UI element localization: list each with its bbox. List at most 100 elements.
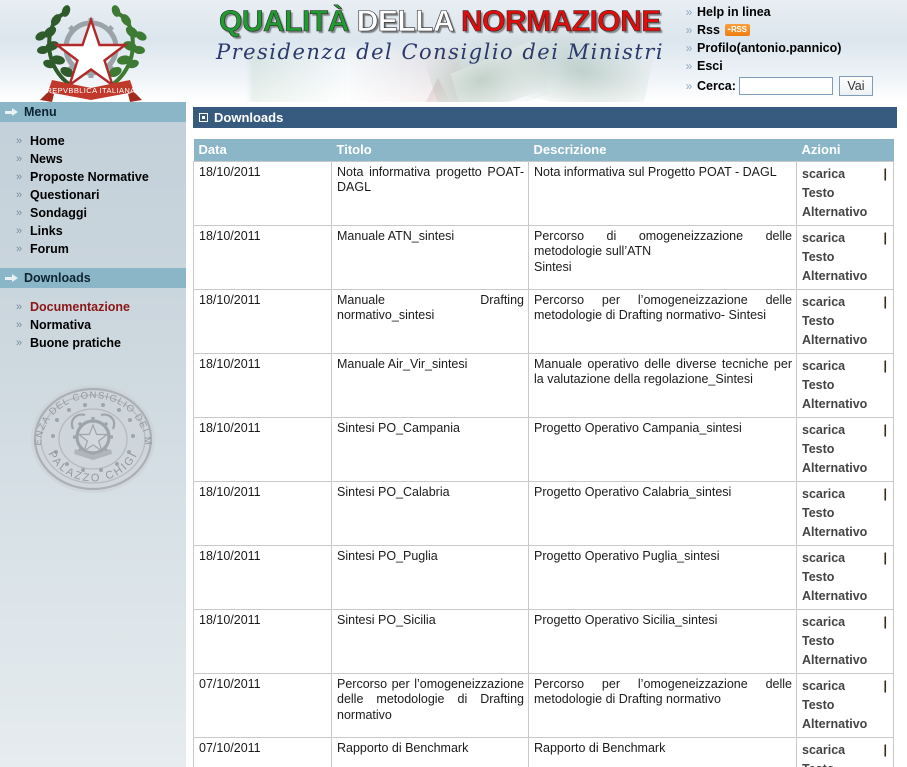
cell-descrizione: Progetto Operativo Calabria_sintesi bbox=[528, 480, 797, 546]
column-header-data[interactable]: Data bbox=[193, 139, 332, 161]
download-link[interactable]: scarica bbox=[802, 679, 845, 693]
header-link-row-rss[interactable]: » Rss ◓RSS bbox=[681, 21, 903, 38]
alt-text-link[interactable]: Testo Alternativo bbox=[802, 634, 867, 667]
table-row: 18/10/2011 Sintesi PO_Calabria Progetto Op… bbox=[193, 480, 894, 546]
action-separator: | bbox=[883, 294, 888, 309]
table-row: 18/10/2011 Sintesi PO_Sicilia Progetto Ope… bbox=[193, 608, 894, 674]
sidebar-panel-header-downloads: Downloads bbox=[0, 268, 186, 288]
cell-titolo: Sintesi PO_Campania bbox=[331, 416, 529, 482]
cell-data: 07/10/2011 bbox=[193, 736, 332, 767]
alt-text-link[interactable]: Testo Alternativo bbox=[802, 570, 867, 603]
cell-azioni: scarica Testo Alternativo | bbox=[796, 224, 894, 290]
column-header-descrizione[interactable]: Descrizione bbox=[528, 139, 797, 161]
alt-text-link[interactable]: Testo Alternativo bbox=[802, 378, 867, 411]
chevron-right-icon: » bbox=[685, 79, 693, 93]
download-link[interactable]: scarica bbox=[802, 167, 845, 181]
cell-data: 18/10/2011 bbox=[193, 288, 332, 354]
download-link[interactable]: scarica bbox=[802, 551, 845, 565]
sidebar-item-proposte-normative[interactable]: » Proposte Normative bbox=[0, 168, 186, 186]
download-link[interactable]: scarica bbox=[802, 743, 845, 757]
page-body: Menu » Home » News » Proposte Normative … bbox=[0, 102, 907, 767]
chevron-right-icon: » bbox=[685, 22, 693, 37]
alt-text-link[interactable]: Testo Alternativo bbox=[802, 698, 867, 731]
cell-data: 18/10/2011 bbox=[193, 416, 332, 482]
column-header-azioni[interactable]: Azioni bbox=[796, 139, 894, 161]
download-link[interactable]: scarica bbox=[802, 295, 845, 309]
cell-descrizione: Manuale operativo delle diverse tecniche… bbox=[528, 352, 797, 418]
arrow-right-icon bbox=[5, 107, 18, 117]
rss-icon[interactable]: ◓RSS bbox=[724, 23, 750, 36]
header-link-row-profile[interactable]: » Profilo(antonio.pannico) bbox=[681, 39, 903, 56]
logout-link[interactable]: Esci bbox=[697, 59, 723, 73]
search-submit-button[interactable]: Vai bbox=[838, 76, 873, 96]
search-input[interactable] bbox=[738, 77, 833, 95]
chevron-right-icon: » bbox=[16, 319, 23, 331]
sidebar-item-label: Questionari bbox=[30, 188, 100, 202]
download-link[interactable]: scarica bbox=[802, 487, 845, 501]
alt-text-link[interactable]: Testo Alternativo bbox=[802, 442, 867, 475]
download-link[interactable]: scarica bbox=[802, 359, 845, 373]
action-separator: | bbox=[883, 742, 888, 757]
chevron-right-icon: » bbox=[685, 4, 693, 19]
cell-titolo: Manuale Air_Vir_sintesi bbox=[331, 352, 529, 418]
cell-descrizione: Progetto Operativo Campania_sintesi bbox=[528, 416, 797, 482]
alt-text-link[interactable]: Testo Alternativo bbox=[802, 250, 867, 283]
downloads-table: Data Titolo Descrizione Azioni 18/10/201… bbox=[193, 139, 894, 767]
table-row: 18/10/2011 Manuale Air_Vir_sintesi Manuale… bbox=[193, 352, 894, 418]
sidebar-item-forum[interactable]: » Forum bbox=[0, 240, 186, 258]
action-separator: | bbox=[883, 486, 888, 501]
alt-text-link[interactable]: Testo Alternativo bbox=[802, 186, 867, 219]
rss-link[interactable]: Rss bbox=[697, 23, 720, 37]
cell-titolo: Manuale Drafting normativo_sintesi bbox=[331, 288, 529, 354]
main-content: Downloads Data Titolo Descrizione Azioni… bbox=[187, 102, 907, 767]
download-link[interactable]: scarica bbox=[802, 423, 845, 437]
title-word-normazione: NORMAZIONE bbox=[460, 5, 662, 38]
cell-titolo: Nota informativa progetto POAT-DAGL bbox=[331, 160, 529, 226]
cell-titolo: Percorso per l’omogeneizzazione delle me… bbox=[331, 672, 529, 738]
alt-text-link[interactable]: Testo Alternativo bbox=[802, 314, 867, 347]
header-search-row: » Cerca: Vai bbox=[681, 75, 903, 97]
header-link-row-help[interactable]: » Help in linea bbox=[681, 3, 903, 20]
page-title: QUALITÀ DELLA NORMAZIONE Presidenza del … bbox=[200, 0, 680, 85]
alt-text-link[interactable]: Testo Alternativo bbox=[802, 762, 867, 767]
cell-data: 18/10/2011 bbox=[193, 160, 332, 226]
sidebar-item-label: Buone pratiche bbox=[30, 336, 121, 350]
sidebar-item-label: Proposte Normative bbox=[30, 170, 149, 184]
help-link[interactable]: Help in linea bbox=[697, 5, 771, 19]
table-row: 18/10/2011 Manuale ATN_sintesi Percorso di… bbox=[193, 224, 894, 290]
rss-badge-label: RSS bbox=[730, 24, 747, 34]
sidebar-item-buone-pratiche[interactable]: » Buone pratiche bbox=[0, 334, 186, 352]
sidebar-item-label: Normativa bbox=[30, 318, 92, 332]
cell-azioni: scarica Testo Alternativo | bbox=[796, 160, 894, 226]
sidebar-item-questionari[interactable]: » Questionari bbox=[0, 186, 186, 204]
sidebar-item-news[interactable]: » News bbox=[0, 150, 186, 168]
arrow-right-icon bbox=[5, 273, 18, 283]
profile-link[interactable]: Profilo(antonio.pannico) bbox=[697, 41, 841, 55]
sidebar-item-documentazione[interactable]: » Documentazione bbox=[0, 298, 186, 316]
collapse-box-icon[interactable] bbox=[199, 113, 208, 122]
sidebar-item-sondaggi[interactable]: » Sondaggi bbox=[0, 204, 186, 222]
sidebar-item-label: Documentazione bbox=[30, 300, 131, 314]
download-link[interactable]: scarica bbox=[802, 231, 845, 245]
chevron-right-icon: » bbox=[16, 243, 23, 255]
sidebar-item-label: News bbox=[30, 152, 63, 166]
column-header-titolo[interactable]: Titolo bbox=[331, 139, 529, 161]
cell-titolo: Sintesi PO_Sicilia bbox=[331, 608, 529, 674]
cell-descrizione: Percorso per l’omogeneizzazione delle me… bbox=[528, 288, 797, 354]
header-link-row-logout[interactable]: » Esci bbox=[681, 57, 903, 74]
cell-azioni: scarica Testo Alternativo | bbox=[796, 608, 894, 674]
cell-data: 18/10/2011 bbox=[193, 480, 332, 546]
alt-text-link[interactable]: Testo Alternativo bbox=[802, 506, 867, 539]
sidebar-item-normativa[interactable]: » Normativa bbox=[0, 316, 186, 334]
sidebar-item-home[interactable]: » Home bbox=[0, 132, 186, 150]
cell-azioni: scarica Testo Alternativo | bbox=[796, 416, 894, 482]
cell-azioni: scarica Testo Alternativo | bbox=[796, 288, 894, 354]
sidebar-item-links[interactable]: » Links bbox=[0, 222, 186, 240]
download-link[interactable]: scarica bbox=[802, 615, 845, 629]
action-separator: | bbox=[883, 614, 888, 629]
table-row: 18/10/2011 Sintesi PO_Puglia Progetto Oper… bbox=[193, 544, 894, 610]
site-header: REPVBBLICA ITALIANA QUALITÀ DELLA NORMAZ… bbox=[0, 0, 907, 102]
sidebar-nav-menu: » Home » News » Proposte Normative » Que… bbox=[0, 122, 186, 268]
action-separator: | bbox=[883, 550, 888, 565]
table-row: 18/10/2011 Sintesi PO_Campania Progetto Op… bbox=[193, 416, 894, 482]
